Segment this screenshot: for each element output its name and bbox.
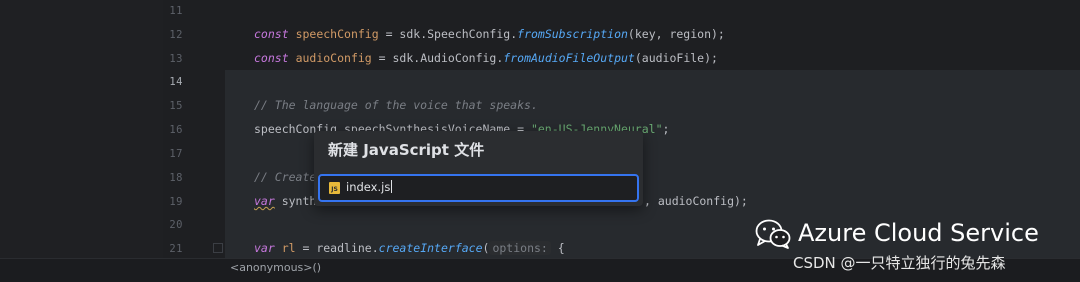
filename-input-value: index.js [346,180,393,194]
filename-input[interactable]: JS index.js [318,174,639,202]
code-text: = sdk.SpeechConfig. [378,27,518,41]
code-line-13[interactable]: const audioConfig = sdk.AudioConfig.from… [254,51,718,65]
identifier: audioConfig [295,51,372,65]
code-text: = readline. [295,241,379,255]
keyword: const [254,27,289,41]
new-file-dialog: 新建 JavaScript 文件 JS index.js [314,131,643,206]
code-line-21[interactable]: var rl = readline.createInterface(option… [254,241,565,255]
keyword: var [254,194,275,208]
line-number-gutter [163,0,220,281]
keyword: var [254,241,275,255]
js-file-icon: JS [329,182,340,194]
code-text: (key, region); [627,27,725,41]
code-line-19-end[interactable]: , audioConfig); [644,194,748,208]
line-number: 13 [169,53,183,65]
keyword: const [254,51,289,65]
code-text: ; [662,122,670,136]
watermark-title: Azure Cloud Service [798,219,1039,247]
text-caret [391,180,393,193]
line-number: 18 [169,172,183,184]
line-number: 17 [169,148,183,160]
code-line-15[interactable]: // The language of the voice that speaks… [254,98,538,112]
line-number: 15 [169,100,183,112]
line-number: 16 [169,124,183,136]
line-number-current: 14 [169,76,183,88]
line-number: 19 [169,196,183,208]
filename-text: index.js [346,180,391,194]
line-number: 11 [169,5,183,17]
watermark-subtitle: CSDN @一只特立独行的兔先森 [793,254,1006,272]
method-name: fromAudioFileOutput [503,51,635,65]
code-line-19-start[interactable]: var synth [254,194,316,208]
wechat-icon [755,219,791,249]
line-number: 21 [169,243,183,255]
fold-marker-icon[interactable] [213,243,223,253]
breadcrumb[interactable]: <anonymous>() [230,261,321,274]
comment: // The language of the voice that speaks… [254,98,538,112]
comment: // Create [254,170,317,184]
code-line-12[interactable]: const speechConfig = sdk.SpeechConfig.fr… [254,27,725,41]
line-number: 20 [169,219,183,231]
code-line-18[interactable]: // Create [254,170,316,184]
identifier: speechConfig [295,27,379,41]
dialog-title: 新建 JavaScript 文件 [328,141,485,159]
code-text: synth [274,194,317,208]
code-text: = sdk.AudioConfig. [371,51,504,65]
identifier: rl [274,241,296,255]
method-name: createInterface [378,241,483,255]
code-text: (audioFile); [634,51,718,65]
parameter-hint: options: [489,241,551,255]
code-text: { [550,241,565,255]
line-number: 12 [169,29,183,41]
left-panel [0,0,163,281]
method-name: fromSubscription [517,27,628,41]
code-text: , audioConfig); [644,194,748,208]
